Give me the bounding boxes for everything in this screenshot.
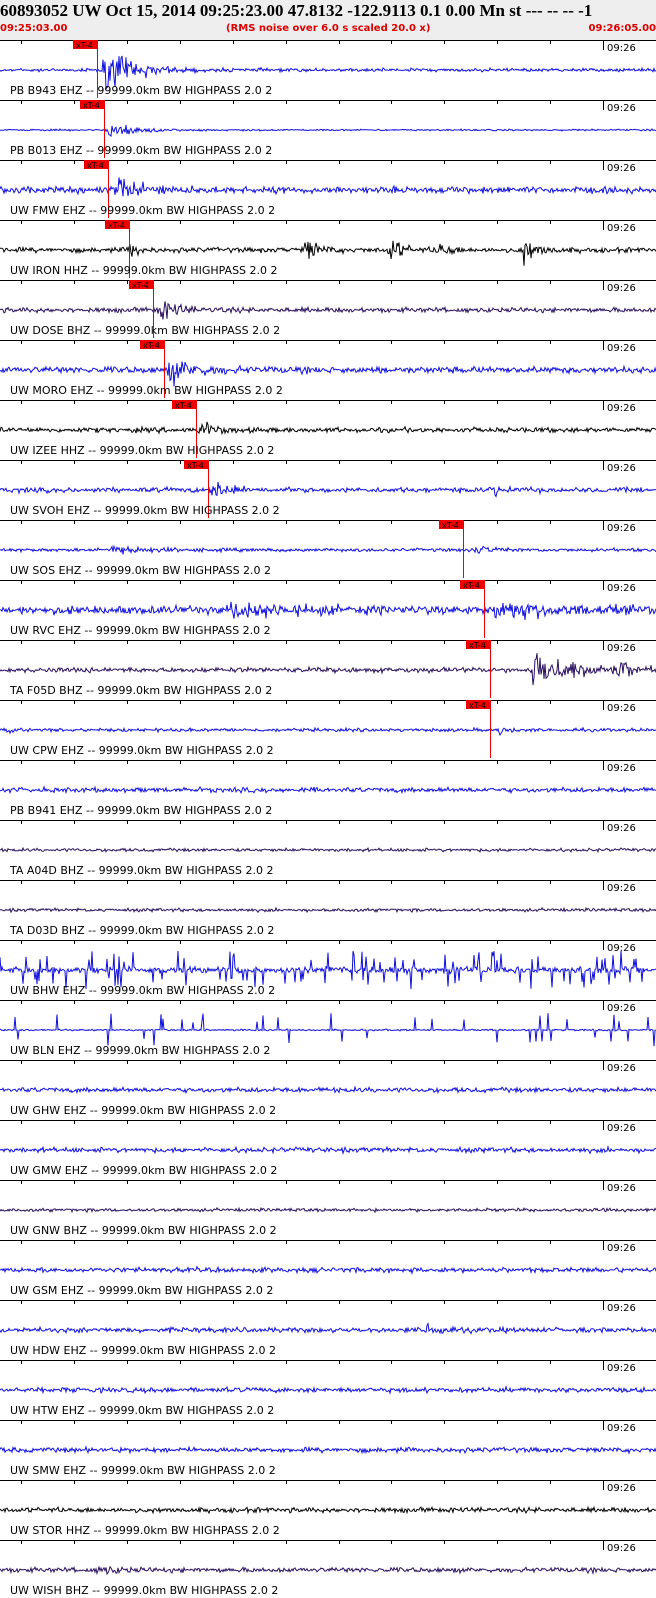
waveform-trace: [0, 361, 656, 387]
pick-label: xT-4: [469, 641, 486, 650]
pick-label: xT-4: [143, 341, 160, 350]
station-label: TA D03D BHZ -- 99999.0km BW HIGHPASS 2.0…: [9, 924, 274, 937]
minute-label: 09:26: [607, 1183, 636, 1194]
pick-label: xT-4: [442, 521, 459, 530]
minute-label: 09:26: [607, 1243, 636, 1254]
waveform-trace: [0, 1505, 656, 1515]
waveform-trace: [0, 906, 656, 914]
minute-label: 09:26: [607, 1363, 636, 1374]
station-label: UW MORO EHZ -- 99999.0km BW HIGHPASS 2.0…: [10, 384, 283, 397]
station-label: UW GMW EHZ -- 99999.0km BW HIGHPASS 2.0 …: [10, 1164, 277, 1177]
waveform-trace: [0, 785, 656, 795]
minute-label: 09:26: [607, 883, 636, 894]
minute-label: 09:26: [607, 1303, 636, 1314]
minute-label: 09:26: [607, 643, 636, 654]
station-label: UW SOS EHZ -- 99999.0km BW HIGHPASS 2.0 …: [10, 564, 271, 577]
pick-label: xT-4: [187, 461, 204, 470]
station-label: UW HTW EHZ -- 99999.0km BW HIGHPASS 2.0 …: [10, 1404, 274, 1417]
minute-label: 09:26: [607, 1003, 636, 1014]
station-label: UW DOSE BHZ -- 99999.0km BW HIGHPASS 2.0…: [10, 324, 280, 337]
pick-label: xT-4: [175, 401, 192, 410]
minute-label: 09:26: [607, 1543, 636, 1554]
station-label: UW GSM EHZ -- 99999.0km BW HIGHPASS 2.0 …: [10, 1284, 273, 1297]
minute-label: 09:26: [607, 1483, 636, 1494]
station-label: UW WISH BHZ -- 99999.0km BW HIGHPASS 2.0…: [10, 1584, 278, 1597]
minute-label: 09:26: [607, 763, 636, 774]
pick-label: xT-4: [463, 581, 480, 590]
station-label: UW RVC EHZ -- 99999.0km BW HIGHPASS 2.0 …: [10, 624, 271, 637]
minute-label: 09:26: [607, 163, 636, 174]
pick-label: xT-4: [132, 281, 149, 290]
station-label: PB B943 EHZ -- 99999.0km BW HIGHPASS 2.0…: [10, 84, 272, 97]
waveform-trace: [0, 1013, 656, 1047]
header-bar: 60893052 UW Oct 15, 2014 09:25:23.00 47.…: [0, 0, 656, 40]
waveform-trace: [0, 1322, 656, 1335]
pick-label: xT-4: [87, 161, 104, 170]
pick-label: xT-4: [469, 701, 486, 710]
station-label: UW STOR HHZ -- 99999.0km BW HIGHPASS 2.0…: [10, 1524, 280, 1537]
minute-label: 09:26: [607, 43, 636, 54]
waveform-trace: [0, 653, 656, 686]
minute-label: 09:26: [607, 823, 636, 834]
minute-label: 09:26: [607, 103, 636, 114]
station-label: UW SVOH EHZ -- 99999.0km BW HIGHPASS 2.0…: [10, 504, 280, 517]
station-label: UW GHW EHZ -- 99999.0km BW HIGHPASS 2.0 …: [10, 1104, 276, 1117]
minute-label: 09:26: [607, 583, 636, 594]
station-label: UW HDW EHZ -- 99999.0km BW HIGHPASS 2.0 …: [10, 1344, 276, 1357]
waveform-trace: [0, 1085, 656, 1095]
waveform-trace: [0, 846, 656, 854]
minute-label: 09:26: [607, 1423, 636, 1434]
minute-label: 09:26: [607, 343, 636, 354]
minute-label: 09:26: [607, 463, 636, 474]
station-label: UW GNW BHZ -- 99999.0km BW HIGHPASS 2.0 …: [10, 1224, 277, 1237]
scale-note: (RMS noise over 6.0 s scaled 20.0 x): [226, 23, 431, 34]
station-label: UW IZEE HHZ -- 99999.0km BW HIGHPASS 2.0…: [10, 444, 274, 457]
waveform-trace: [0, 177, 656, 197]
waveform-trace: [0, 1206, 656, 1214]
station-label: PB B941 EHZ -- 99999.0km BW HIGHPASS 2.0…: [10, 804, 272, 817]
waveform-trace: [0, 726, 656, 736]
waveform-trace: [0, 1385, 656, 1395]
seismogram-plot: 09:26 xT-4 PB B943 EHZ -- 99999.0km BW HIG…: [0, 40, 656, 1597]
waveform-trace: [0, 1265, 656, 1276]
station-label: TA A04D BHZ -- 99999.0km BW HIGHPASS 2.0…: [9, 864, 273, 877]
waveform-trace: [0, 124, 656, 137]
station-label: UW FMW EHZ -- 99999.0km BW HIGHPASS 2.0 …: [10, 204, 275, 217]
waveform-trace: [0, 421, 656, 436]
pick-label: xT-4: [83, 101, 100, 110]
minute-label: 09:26: [607, 403, 636, 414]
station-label: UW IRON HHZ -- 99999.0km BW HIGHPASS 2.0…: [10, 264, 278, 277]
event-title: 60893052 UW Oct 15, 2014 09:25:23.00 47.…: [0, 1, 593, 20]
pick-label: xT-4: [76, 41, 93, 50]
station-label: UW BLN EHZ -- 99999.0km BW HIGHPASS 2.0 …: [10, 1044, 270, 1057]
waveform-trace: [0, 1445, 656, 1455]
station-label: UW CPW EHZ -- 99999.0km BW HIGHPASS 2.0 …: [10, 744, 274, 757]
minute-label: 09:26: [607, 1063, 636, 1074]
minute-label: 09:26: [607, 703, 636, 714]
minute-label: 09:26: [607, 523, 636, 534]
minute-label: 09:26: [607, 283, 636, 294]
waveform-trace: [0, 601, 656, 621]
station-label: PB B013 EHZ -- 99999.0km BW HIGHPASS 2.0…: [10, 144, 272, 157]
pick-label: xT-4: [108, 221, 125, 230]
station-label: TA F05D BHZ -- 99999.0km BW HIGHPASS 2.0…: [9, 684, 272, 697]
station-label: UW BHW EHZ -- 99999.0km BW HIGHPASS 2.0 …: [10, 984, 275, 997]
minute-label: 09:26: [607, 223, 636, 234]
end-time: 09:26:05.00: [588, 23, 656, 34]
waveform-trace: [0, 301, 656, 320]
waveform-trace: [0, 544, 656, 555]
waveform-trace: [0, 481, 656, 498]
minute-label: 09:26: [607, 1123, 636, 1134]
waveform-trace: [0, 240, 656, 266]
station-label: UW SMW EHZ -- 99999.0km BW HIGHPASS 2.0 …: [10, 1464, 276, 1477]
start-time: 09:25:03.00: [0, 23, 68, 34]
waveform-trace: [0, 1144, 656, 1155]
waveform-trace: [0, 1565, 656, 1576]
